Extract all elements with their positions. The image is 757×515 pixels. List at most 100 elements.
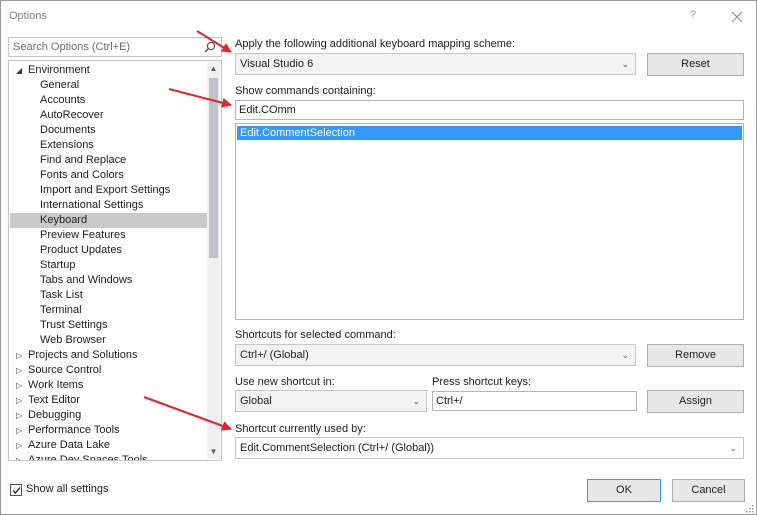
tree-item-label: General	[40, 79, 80, 91]
remove-button[interactable]: Remove	[647, 344, 744, 367]
scroll-thumb[interactable]	[209, 78, 218, 258]
assign-button[interactable]: Assign	[647, 390, 744, 413]
use-new-shortcut-label: Use new shortcut in:	[235, 376, 335, 388]
tree-item[interactable]: General	[10, 78, 208, 93]
search-options-box[interactable]	[8, 37, 222, 57]
tree-item[interactable]: ▷ Azure Data Lake	[10, 438, 208, 453]
tree-item-label: Documents	[40, 124, 96, 136]
currently-used-by-label: Shortcut currently used by:	[235, 423, 366, 435]
expanded-triangle-icon[interactable]: ◢	[16, 63, 22, 78]
tree-item-label: International Settings	[40, 199, 144, 211]
tree-scrollbar[interactable]: ▲ ▼	[207, 62, 220, 459]
tree-item[interactable]: Accounts	[10, 93, 208, 108]
collapsed-triangle-icon[interactable]: ▷	[16, 438, 22, 453]
tree-item[interactable]: ▷ Text Editor	[10, 393, 208, 408]
tree-item-label: Environment	[28, 64, 90, 76]
command-list[interactable]: Edit.CommentSelection	[235, 123, 744, 320]
currently-used-by-value: Edit.CommentSelection (Ctrl+/ (Global))	[240, 442, 435, 454]
tree-item-label: Product Updates	[40, 244, 122, 256]
resize-grip-icon[interactable]	[745, 504, 754, 514]
help-icon[interactable]: ?	[690, 9, 696, 21]
reset-button[interactable]: Reset	[647, 53, 744, 76]
shortcuts-selected-label: Shortcuts for selected command:	[235, 329, 396, 341]
tree-item[interactable]: ▷ Projects and Solutions	[10, 348, 208, 363]
collapsed-triangle-icon[interactable]: ▷	[16, 378, 22, 393]
tree-item[interactable]: Keyboard	[10, 213, 208, 228]
mapping-scheme-label: Apply the following additional keyboard …	[235, 38, 516, 50]
tree-item[interactable]: ▷ Debugging	[10, 408, 208, 423]
search-input[interactable]	[9, 38, 193, 56]
tree-item[interactable]: Startup	[10, 258, 208, 273]
tree-item-label: Performance Tools	[28, 424, 120, 436]
chevron-down-icon: ⌄	[729, 443, 737, 453]
tree-item-label: Trust Settings	[40, 319, 108, 331]
chevron-down-icon: ⌄	[621, 350, 629, 360]
command-filter-input[interactable]: Edit.COmm	[235, 100, 744, 120]
tree-item[interactable]: Tabs and Windows	[10, 273, 208, 288]
tree-item-label: Task List	[40, 289, 83, 301]
tree-item-label: Startup	[40, 259, 76, 271]
currently-used-by-select[interactable]: Edit.CommentSelection (Ctrl+/ (Global)) …	[235, 437, 744, 459]
collapsed-triangle-icon[interactable]: ▷	[16, 393, 22, 408]
tree-item[interactable]: International Settings	[10, 198, 208, 213]
show-all-settings-checkbox[interactable]	[10, 484, 22, 496]
tree-item-label: Work Items	[28, 379, 84, 391]
tree-item-label: AutoRecover	[40, 109, 104, 121]
tree-item[interactable]: Product Updates	[10, 243, 208, 258]
search-icon[interactable]	[204, 41, 216, 56]
options-tree: ◢ Environment General Accounts AutoRecover Do…	[8, 60, 222, 461]
tree-item[interactable]: AutoRecover	[10, 108, 208, 123]
tree-item[interactable]: Trust Settings	[10, 318, 208, 333]
tree-item-label: Debugging	[28, 409, 82, 421]
tree-item-label: Web Browser	[40, 334, 106, 346]
list-item[interactable]: Edit.CommentSelection	[237, 126, 742, 140]
tree-item-label: Accounts	[40, 94, 86, 106]
tree-item[interactable]: Task List	[10, 288, 208, 303]
mapping-scheme-value: Visual Studio 6	[240, 58, 314, 70]
cancel-button[interactable]: Cancel	[672, 479, 745, 502]
shortcuts-value: Ctrl+/ (Global)	[240, 349, 309, 361]
tree-item[interactable]: ▷ Work Items	[10, 378, 208, 393]
tree-item[interactable]: Web Browser	[10, 333, 208, 348]
tree-item-label: Projects and Solutions	[28, 349, 138, 361]
tree-item[interactable]: Fonts and Colors	[10, 168, 208, 183]
collapsed-triangle-icon[interactable]: ▷	[16, 348, 22, 363]
collapsed-triangle-icon[interactable]: ▷	[16, 453, 22, 460]
options-dialog: Options ? ◢ Environment General Accounts Aut…	[0, 0, 757, 515]
tree-item[interactable]: Find and Replace	[10, 153, 208, 168]
close-icon[interactable]	[726, 6, 748, 28]
tree-item[interactable]: ▷ Azure Dev Spaces Tools	[10, 453, 208, 460]
window-title: Options	[9, 10, 47, 22]
tree-item[interactable]: Extensions	[10, 138, 208, 153]
tree-item-label: Preview Features	[40, 229, 126, 241]
shortcut-keys-input[interactable]: Ctrl+/	[432, 391, 637, 411]
show-all-settings-label[interactable]: Show all settings	[26, 483, 109, 495]
tree-item[interactable]: Import and Export Settings	[10, 183, 208, 198]
tree-item-label: Source Control	[28, 364, 102, 376]
scroll-down-icon[interactable]: ▼	[207, 445, 220, 459]
tree-item[interactable]: ▷ Source Control	[10, 363, 208, 378]
tree-item[interactable]: ◢ Environment	[10, 63, 208, 78]
shortcuts-select[interactable]: Ctrl+/ (Global) ⌄	[235, 344, 636, 366]
collapsed-triangle-icon[interactable]: ▷	[16, 423, 22, 438]
tree-item-label: Fonts and Colors	[40, 169, 124, 181]
chevron-down-icon: ⌄	[412, 396, 420, 406]
collapsed-triangle-icon[interactable]: ▷	[16, 408, 22, 423]
tree-item-label: Keyboard	[40, 214, 88, 226]
tree-item[interactable]: Terminal	[10, 303, 208, 318]
tree-item-label: Extensions	[40, 139, 94, 151]
mapping-scheme-select[interactable]: Visual Studio 6 ⌄	[235, 53, 636, 75]
shortcut-scope-select[interactable]: Global ⌄	[235, 390, 427, 412]
tree-item[interactable]: Documents	[10, 123, 208, 138]
tree-item-label: Terminal	[40, 304, 82, 316]
show-commands-label: Show commands containing:	[235, 85, 376, 97]
tree-item-label: Azure Data Lake	[28, 439, 110, 451]
tree-item-label: Text Editor	[28, 394, 80, 406]
scroll-up-icon[interactable]: ▲	[207, 62, 220, 76]
ok-button[interactable]: OK	[587, 479, 661, 502]
chevron-down-icon: ⌄	[621, 59, 629, 69]
collapsed-triangle-icon[interactable]: ▷	[16, 363, 22, 378]
shortcut-scope-value: Global	[240, 395, 272, 407]
tree-item[interactable]: ▷ Performance Tools	[10, 423, 208, 438]
tree-item[interactable]: Preview Features	[10, 228, 208, 243]
